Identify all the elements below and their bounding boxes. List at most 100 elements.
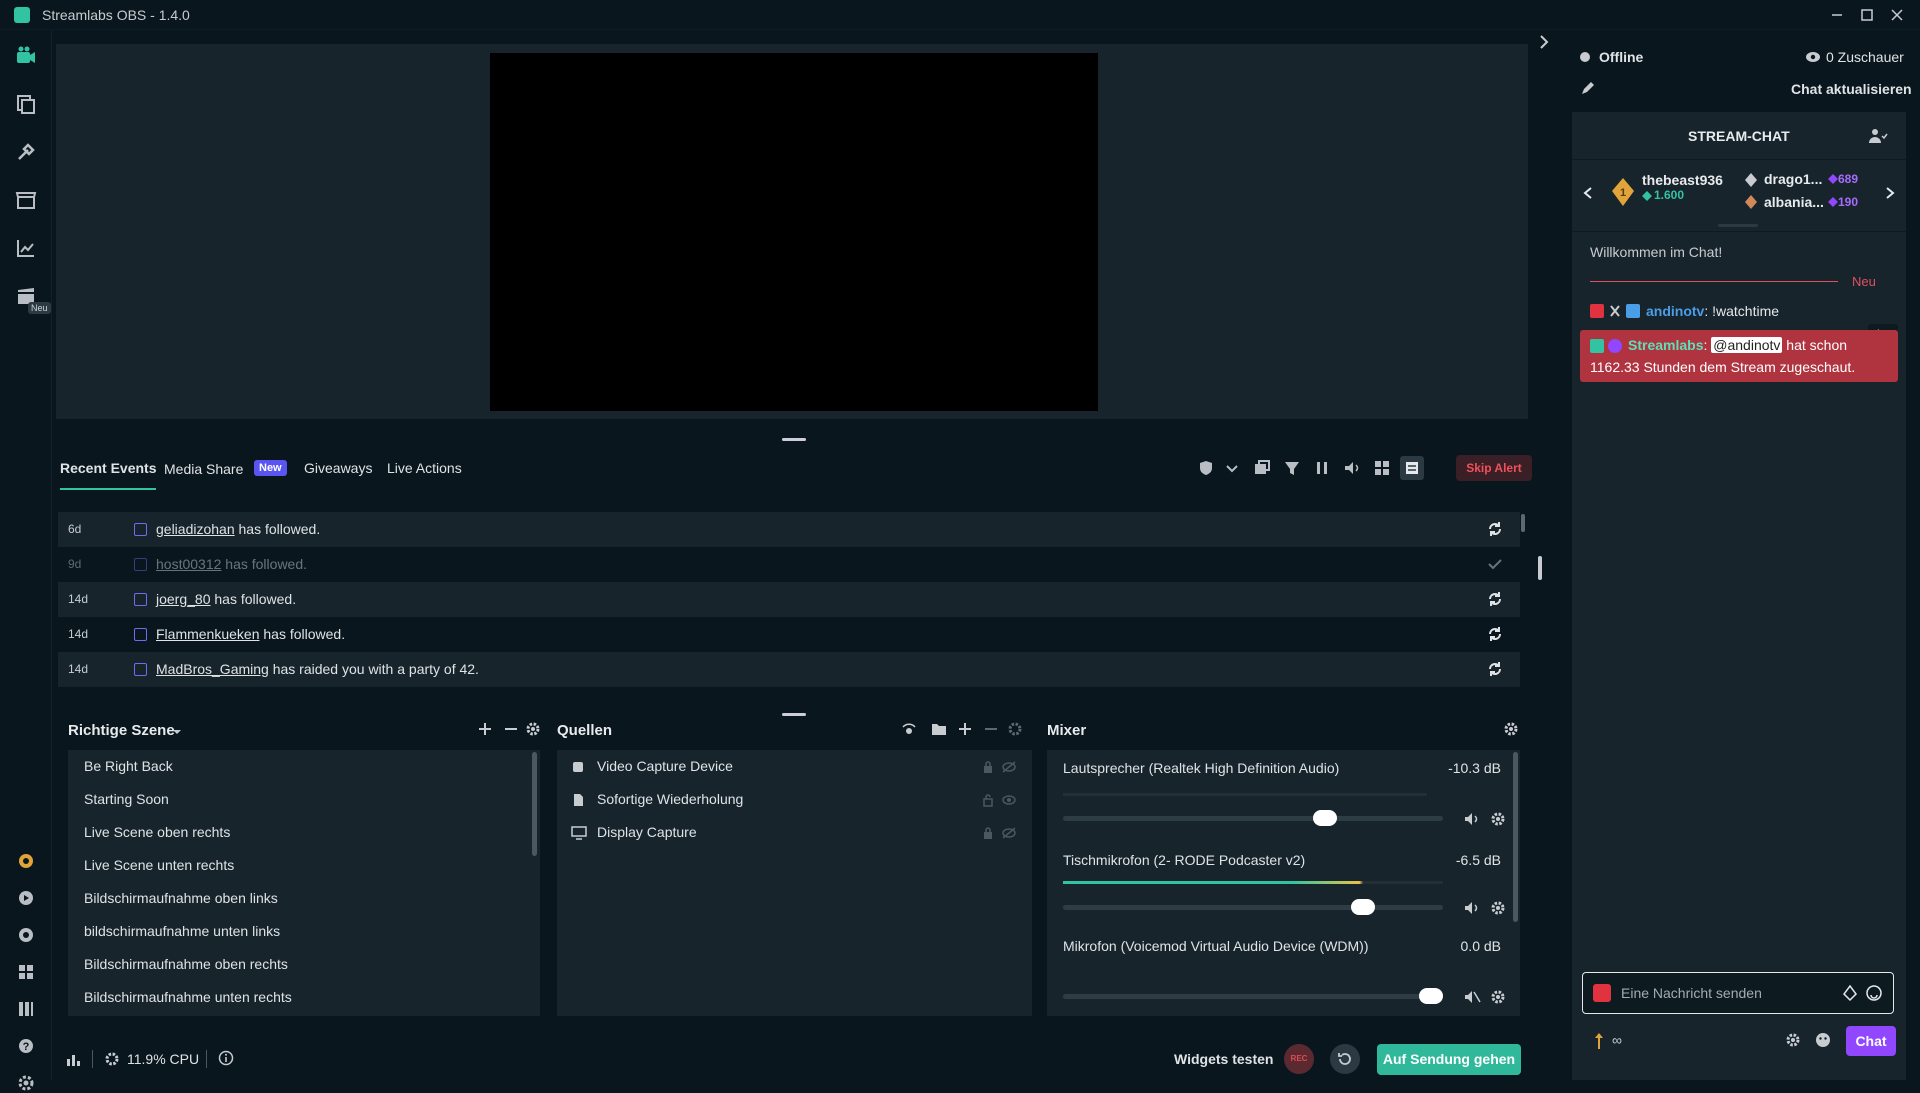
themes-icon[interactable]	[14, 92, 38, 116]
chat-send-button[interactable]: Chat	[1846, 1026, 1896, 1056]
tab-media-share[interactable]: Media Share	[164, 461, 243, 477]
dashboard-chart-icon[interactable]	[14, 236, 38, 260]
refresh-chat-link[interactable]: Chat aktualisieren	[1791, 81, 1912, 97]
add-scene-icon[interactable]	[476, 720, 494, 738]
speaker-icon[interactable]	[1463, 810, 1481, 828]
checkmark-icon[interactable]	[1486, 555, 1504, 573]
scene-item[interactable]: Bildschirmaufnahme unten rechts	[84, 989, 292, 1005]
widgets-test-label[interactable]: Widgets testen	[1174, 1051, 1273, 1067]
pause-icon[interactable]	[1312, 458, 1332, 478]
chat-message-input[interactable]: Eine Nachricht senden	[1582, 972, 1894, 1014]
settings-gear-icon[interactable]	[16, 1073, 36, 1093]
help-icon[interactable]: ?	[16, 1036, 36, 1056]
info-icon[interactable]	[218, 1050, 234, 1066]
unlock-icon[interactable]	[981, 793, 995, 807]
close-icon[interactable]	[1886, 4, 1908, 26]
stream-preview[interactable]	[490, 53, 1098, 411]
events-scrollbar[interactable]	[1521, 514, 1525, 532]
panel-resize-handle[interactable]	[1538, 556, 1542, 580]
studio-camera-icon[interactable]	[14, 44, 38, 68]
chat-bubble-icon[interactable]	[16, 925, 36, 945]
scene-item[interactable]: bildschirmaufnahme unten links	[84, 923, 280, 939]
app-store-icon[interactable]	[14, 188, 38, 212]
top-user-name[interactable]: thebeast936	[1642, 172, 1723, 188]
play-circle-icon[interactable]	[16, 888, 36, 908]
eye-hidden-icon[interactable]	[1001, 760, 1017, 774]
repeat-alert-icon[interactable]	[1486, 660, 1504, 678]
channel-settings-icon[interactable]	[1489, 810, 1507, 828]
edit-pencil-icon[interactable]	[1580, 80, 1596, 96]
shield-icon[interactable]	[1196, 458, 1216, 478]
volume-slider[interactable]	[1063, 905, 1443, 910]
maximize-icon[interactable]	[1856, 4, 1878, 26]
repeat-alert-icon[interactable]	[1486, 625, 1504, 643]
lock-icon[interactable]	[981, 826, 995, 840]
leaderboard-user[interactable]: drago1...	[1764, 171, 1822, 187]
library-icon[interactable]	[16, 999, 36, 1019]
tab-live-actions[interactable]: Live Actions	[387, 460, 462, 476]
volume-slider-knob[interactable]	[1312, 810, 1337, 826]
tab-giveaways[interactable]: Giveaways	[304, 460, 372, 476]
list-view-icon[interactable]	[1400, 456, 1424, 480]
add-folder-icon[interactable]	[930, 720, 948, 738]
grid-view-icon[interactable]	[1372, 458, 1392, 478]
chat-username[interactable]: Streamlabs	[1628, 337, 1703, 353]
event-username[interactable]: Flammenkueken	[156, 626, 260, 642]
leaderboard-user[interactable]: albania...	[1764, 194, 1824, 210]
minimize-icon[interactable]	[1826, 4, 1848, 26]
replay-buffer-icon[interactable]	[1330, 1044, 1360, 1074]
chevron-down-icon[interactable]	[1222, 458, 1242, 478]
remove-source-icon[interactable]	[982, 720, 1000, 738]
source-item[interactable]: Sofortige Wiederholung	[597, 791, 743, 807]
mention[interactable]: @andinotv	[1711, 337, 1783, 353]
remove-scene-icon[interactable]	[502, 720, 520, 738]
channel-settings-icon[interactable]	[1489, 899, 1507, 917]
sources-broadcast-icon[interactable]	[900, 720, 918, 738]
popout-icon[interactable]	[1252, 458, 1272, 478]
repeat-alert-icon[interactable]	[1486, 590, 1504, 608]
bits-icon[interactable]	[1841, 984, 1859, 1002]
volume-slider[interactable]	[1063, 816, 1443, 821]
speaker-muted-icon[interactable]	[1463, 988, 1481, 1006]
source-settings-icon[interactable]	[1006, 720, 1024, 738]
go-live-button[interactable]: Auf Sendung gehen	[1377, 1044, 1521, 1075]
event-username[interactable]: MadBros_Gaming	[156, 661, 269, 677]
chat-settings-icon[interactable]	[1784, 1031, 1802, 1049]
scene-scrollbar[interactable]	[532, 752, 537, 856]
scene-collection-title[interactable]: Richtige Szene	[68, 722, 175, 739]
editor-tools-icon[interactable]	[14, 140, 38, 164]
stats-bar-icon[interactable]	[66, 1051, 82, 1067]
volume-slider-knob[interactable]	[1350, 899, 1375, 915]
prime-coin-icon[interactable]	[16, 851, 36, 871]
leaderboard-next-icon[interactable]	[1884, 186, 1896, 200]
chat-username[interactable]: andinotv	[1646, 303, 1704, 319]
scene-settings-icon[interactable]	[524, 720, 542, 738]
scene-item[interactable]: Live Scene oben rechts	[84, 824, 230, 840]
scene-item[interactable]: Be Right Back	[84, 758, 173, 774]
eye-hidden-icon[interactable]	[1001, 826, 1017, 840]
leaderboard-prev-icon[interactable]	[1582, 186, 1594, 200]
eye-icon[interactable]	[1001, 793, 1017, 807]
event-username[interactable]: host00312	[156, 556, 221, 572]
emoji-icon[interactable]	[1865, 984, 1883, 1002]
event-username[interactable]: joerg_80	[156, 591, 211, 607]
scene-item[interactable]: Bildschirmaufnahme oben rechts	[84, 956, 288, 972]
source-item[interactable]: Video Capture Device	[597, 758, 733, 774]
chat-users-icon[interactable]	[1868, 126, 1888, 146]
chevron-down-icon[interactable]	[170, 725, 184, 739]
tab-recent-events[interactable]: Recent Events	[60, 460, 157, 490]
speaker-icon[interactable]	[1463, 899, 1481, 917]
scene-item[interactable]: Starting Soon	[84, 791, 169, 807]
scene-item[interactable]: Bildschirmaufnahme oben links	[84, 890, 278, 906]
lock-icon[interactable]	[981, 760, 995, 774]
emote-face-icon[interactable]	[1814, 1031, 1832, 1049]
add-source-icon[interactable]	[956, 720, 974, 738]
channel-points-icon[interactable]	[1594, 1032, 1604, 1050]
scene-item[interactable]: Live Scene unten rechts	[84, 857, 234, 873]
volume-icon[interactable]	[1342, 458, 1362, 478]
event-username[interactable]: geliadizohan	[156, 521, 235, 537]
filter-icon[interactable]	[1282, 458, 1302, 478]
layout-grid-icon[interactable]	[16, 962, 36, 982]
volume-slider[interactable]	[1063, 994, 1443, 999]
rec-button[interactable]: REC	[1284, 1044, 1314, 1074]
